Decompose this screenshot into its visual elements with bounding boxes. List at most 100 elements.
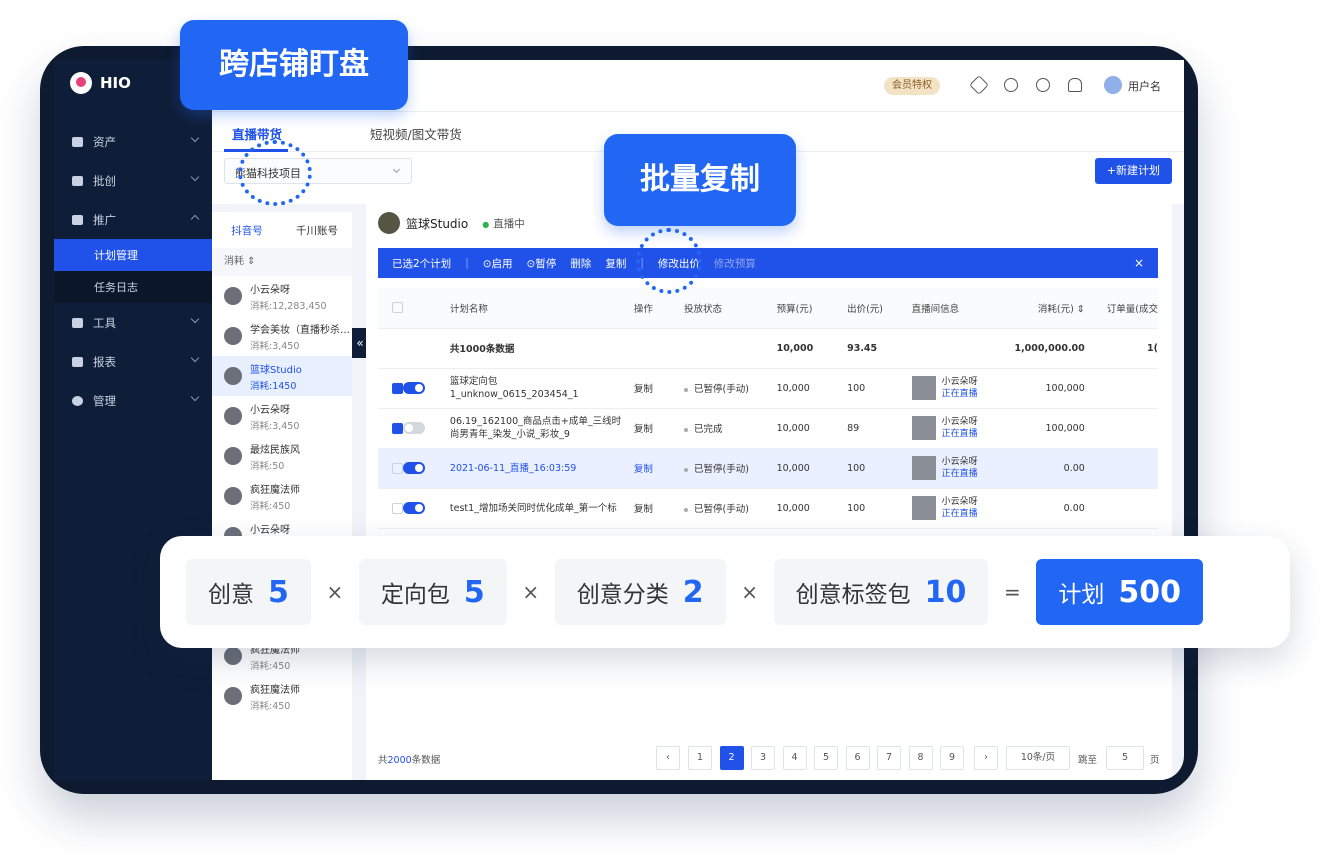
sidebar-item-reports[interactable]: 报表 [54,342,212,381]
jump-input[interactable]: 5 [1106,746,1144,770]
table-row[interactable]: test1_增加场关同时优化成单_第一个标 复制 已暂停(手动) 10,000 100 小… [378,488,1158,529]
toggle-switch[interactable] [403,462,425,474]
account-sort-header[interactable]: 消耗 ⇕ [212,248,352,276]
help-icon[interactable] [1036,78,1050,92]
checkbox[interactable] [392,382,403,394]
plan-name[interactable]: 06.19_162100_商品点击+成单_三线时尚男青年_染发_小说_彩妆_9 [449,408,634,449]
list-item[interactable]: 小云朵呀消耗:3,450 [212,396,352,436]
copy-button[interactable]: 复制 [605,256,626,271]
row-select[interactable] [378,448,403,489]
term-label: 创意 [208,582,254,608]
plan-name[interactable]: 2021-06-11_直播_16:03:59 [449,448,634,489]
row-select[interactable] [378,408,403,449]
sidebar-item-promotion[interactable]: 推广 [54,200,212,239]
col-cost[interactable]: 消耗(元) ⇕ [1014,288,1089,329]
row-switch[interactable] [403,408,450,449]
checkbox[interactable] [392,502,403,514]
page-button[interactable]: 3 [751,746,775,770]
edit-budget-button[interactable]: 修改预算 [714,256,756,271]
page-size-select[interactable]: 10条/页 [1006,746,1070,770]
room-info: 小云朵呀 正在直播 [911,488,1015,529]
username[interactable]: 用户名 [1128,78,1161,94]
row-switch[interactable] [403,448,450,489]
account-name: 小云朵呀 [250,404,290,416]
delete-button[interactable]: 删除 [570,256,591,271]
account-tabs: 抖音号 千川账号 [212,212,352,248]
prev-page-icon[interactable]: ‹ [656,746,680,770]
page-button[interactable]: 5 [814,746,838,770]
account-name: 疯狂魔法师 [250,684,300,696]
sidebar-item-assets[interactable]: 资产 [54,122,212,161]
row-select[interactable] [378,488,403,529]
headset-icon[interactable] [1004,78,1018,92]
plan-name[interactable]: 篮球定向包1_unknow_0615_203454_1 [449,368,634,409]
list-item[interactable]: 篮球Studio 消耗:1450 [212,356,352,396]
list-item[interactable]: 疯狂魔法师 消耗:450 [212,476,352,516]
summary-orders: 1( [1088,328,1158,369]
table-row[interactable]: 06.19_162100_商品点击+成单_三线时尚男青年_染发_小说_彩妆_9 复… [378,408,1158,449]
sidebar-item-tools[interactable]: 工具 [54,303,212,342]
row-switch[interactable] [403,368,450,409]
table-row[interactable]: 2021-06-11_直播_16:03:59 复制 已暂停(手动) 10,000 100… [378,448,1158,489]
new-plan-button[interactable]: +新建计划 [1094,158,1172,184]
col-bid: 出价(元) [847,288,912,329]
list-item[interactable]: 最炫民族风消耗:50 [212,436,352,476]
copy-link[interactable]: 复制 [633,448,685,489]
start-button[interactable]: ⊙启用 [483,256,513,271]
checkbox[interactable] [392,462,403,474]
app-name: HIO [100,74,131,92]
page-button[interactable]: 9 [940,746,964,770]
vip-badge[interactable]: 会员特权 [884,77,940,95]
toggle-switch[interactable] [403,422,425,434]
page-button[interactable]: 7 [877,746,901,770]
account-cost: 消耗:450 [250,500,291,512]
page-button[interactable]: 1 [688,746,712,770]
close-icon[interactable]: × [1134,256,1144,270]
page-button[interactable]: 2 [719,746,744,770]
sidebar-item-plan-management[interactable]: 计划管理 [54,239,212,271]
list-item[interactable]: 疯狂魔法师 消耗:450 [212,676,352,716]
row-switch[interactable] [403,488,450,529]
account-info: 学会美妆（直播秒杀… 消耗:3,450 [250,321,350,352]
page-button[interactable]: 8 [908,746,933,770]
rocket-icon[interactable] [969,75,989,95]
sidebar-item-batch-create[interactable]: 批创 [54,161,212,200]
list-item[interactable]: 小云朵呀 消耗:12,283,450 [212,276,352,316]
copy-link[interactable]: 复制 [633,408,685,449]
sidebar-item-admin[interactable]: 管理 [54,381,212,420]
tab-qianchuan-account[interactable]: 千川账号 [282,223,352,238]
toggle-switch[interactable] [403,382,425,394]
checkbox[interactable] [392,422,403,434]
table-header-row: 计划名称 操作 投放状态 预算(元) 出价(元) 直播间信息 消耗(元) ⇕ 订… [378,288,1158,329]
select-all-checkbox[interactable] [378,288,403,329]
table-row[interactable]: 篮球定向包1_unknow_0615_203454_1 复制 已暂停(手动) 10,0… [378,368,1158,409]
studio-header: 篮球Studio 直播中 [378,212,525,234]
plan-bid: 100 [847,368,912,409]
copy-link[interactable]: 复制 [633,488,685,529]
tab-douyin-account[interactable]: 抖音号 [212,223,282,238]
pause-button[interactable]: ⊙暂停 [527,256,557,271]
checkbox[interactable] [392,302,403,314]
term-label: 创意分类 [576,582,669,608]
toolbox-icon [72,317,83,328]
col-status[interactable]: 投放状态 [684,288,777,329]
room-text: 小云朵呀 正在直播 [942,376,978,400]
page-button[interactable]: 6 [845,746,870,770]
next-page-icon[interactable]: › [974,746,998,770]
total-prefix: 共 [378,755,388,766]
notification-bell-icon[interactable] [1068,78,1082,92]
toggle-switch[interactable] [403,502,425,514]
avatar[interactable] [1104,76,1122,94]
row-select[interactable] [378,368,403,409]
room-text: 小云朵呀 正在直播 [942,496,978,520]
list-item[interactable]: 学会美妆（直播秒杀… 消耗:3,450 [212,316,352,356]
plan-name[interactable]: test1_增加场关同时优化成单_第一个标 [449,488,634,529]
tab-short-video[interactable]: 短视频/图文带货 [370,124,462,143]
sidebar-item-task-log[interactable]: 任务日志 [54,271,212,303]
copy-link[interactable]: 复制 [633,368,685,409]
plan-cost: 0.00 [1014,488,1089,529]
col-plan-name: 计划名称 [449,288,634,329]
plan-status: 已完成 [684,408,777,449]
status-dot [684,387,689,392]
page-button[interactable]: 4 [782,746,807,770]
